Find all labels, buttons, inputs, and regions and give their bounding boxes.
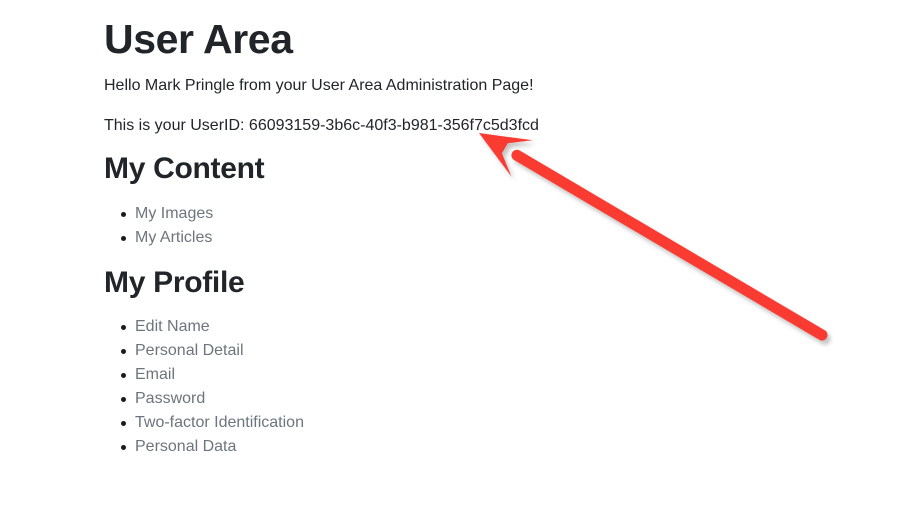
list-item[interactable]: Password [121,387,304,411]
arrow-head [479,133,533,177]
link-personal-data[interactable]: Personal Data [135,438,236,455]
user-id-line: This is your UserID: 66093159-3b6c-40f3-… [104,117,539,134]
link-edit-name[interactable]: Edit Name [135,318,210,335]
page-title: User Area [104,16,293,62]
greeting-text: Hello Mark Pringle from your User Area A… [104,77,534,94]
section-heading-my-content: My Content [104,152,265,185]
page-root: User Area Hello Mark Pringle from your U… [0,0,913,505]
link-email[interactable]: Email [135,366,175,383]
arrow-shape [479,133,828,341]
list-item[interactable]: Personal Detail [121,339,304,363]
link-personal-detail[interactable]: Personal Detail [135,342,244,359]
my-content-list: My Images My Articles [104,202,213,250]
list-item[interactable]: My Images [120,202,213,226]
section-heading-my-profile: My Profile [104,266,245,299]
list-item[interactable]: Personal Data [121,435,304,459]
link-two-factor-identification[interactable]: Two-factor Identification [135,414,304,431]
list-item[interactable]: Email [121,363,304,387]
link-my-images[interactable]: My Images [135,205,213,222]
link-password[interactable]: Password [135,390,205,407]
arrow-shaft [511,149,828,341]
list-item[interactable]: Edit Name [121,315,304,339]
list-item[interactable]: Two-factor Identification [121,411,304,435]
link-my-articles[interactable]: My Articles [135,229,212,246]
my-profile-list: Edit Name Personal Detail Email Password… [104,315,304,459]
list-item[interactable]: My Articles [120,226,213,250]
